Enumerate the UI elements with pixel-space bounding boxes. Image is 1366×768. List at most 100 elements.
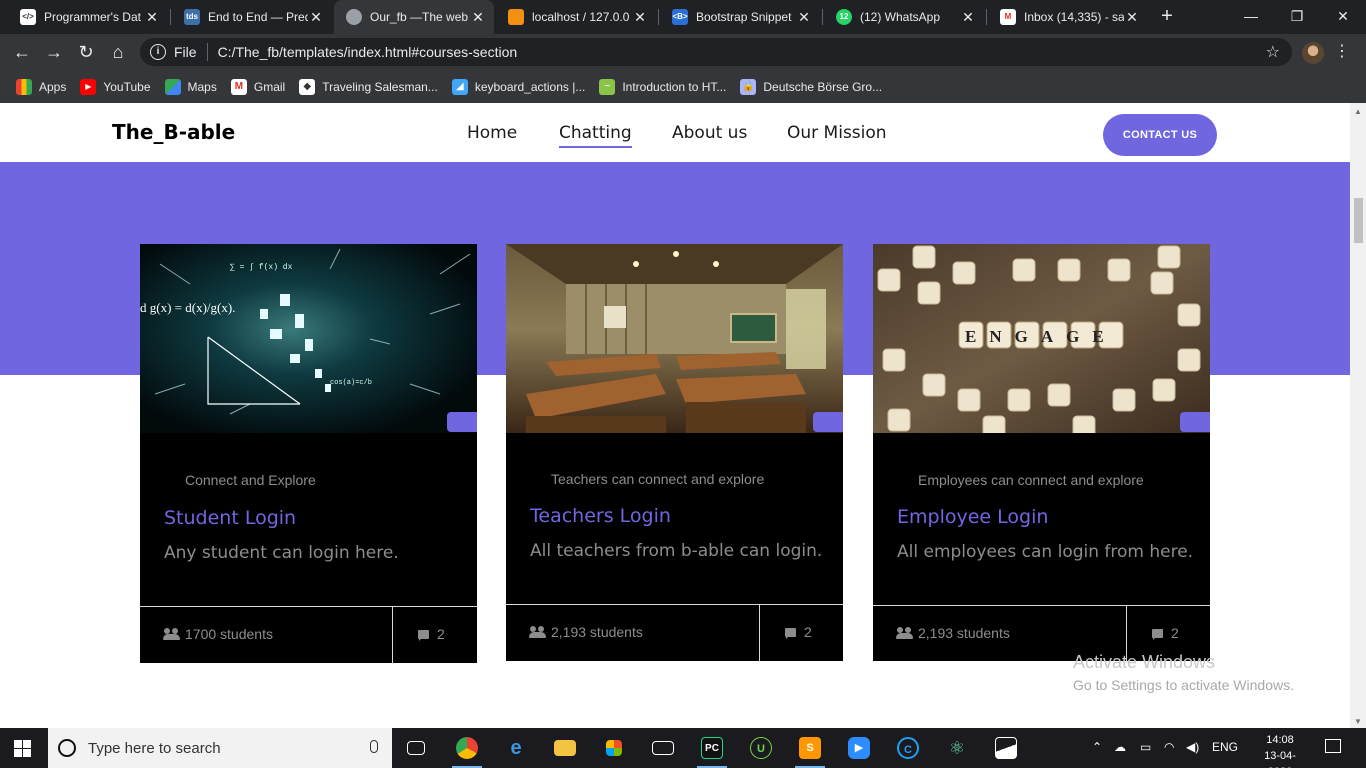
zoom-icon[interactable]: ▶: [844, 734, 874, 762]
menu-dots-icon[interactable]: ⋮: [1334, 42, 1350, 62]
users-icon: [896, 627, 913, 639]
close-icon[interactable]: ✕: [796, 9, 812, 26]
search-placeholder: Type here to search: [88, 739, 221, 757]
course-card-employee[interactable]: ENGAGE Employees can connect and explore…: [873, 244, 1210, 663]
bookmark-maps[interactable]: Maps: [164, 78, 217, 95]
url-text[interactable]: C:/The_fb/templates/index.html#courses-s…: [218, 44, 518, 60]
web-page: The_B-able Home Chatting About us Our Mi…: [0, 103, 1350, 728]
mail-icon[interactable]: [648, 734, 678, 762]
tab-localhost[interactable]: localhost / 127.0.0 ✕: [496, 0, 656, 34]
restore-button[interactable]: ❐: [1274, 0, 1320, 34]
close-icon[interactable]: ✕: [470, 9, 486, 26]
card-title[interactable]: Teachers Login: [530, 505, 671, 527]
bookmark-deutsche-borse[interactable]: 🔒 Deutsche Börse Gro...: [740, 78, 882, 95]
cortana-icon: [58, 739, 76, 757]
close-icon[interactable]: ✕: [960, 9, 976, 26]
site-brand[interactable]: The_B-able: [112, 120, 235, 144]
tab-our-fb[interactable]: Our_fb —The web ✕: [334, 0, 494, 34]
edge-taskbar-icon[interactable]: e: [501, 734, 531, 762]
browser-toolbar: ← → ↻ ⌂ i File C:/The_fb/templates/index…: [0, 34, 1366, 70]
wifi-icon[interactable]: ◠: [1164, 740, 1174, 754]
chevron-up-icon[interactable]: ⌃: [1092, 740, 1102, 754]
phpmyadmin-icon: [508, 9, 524, 25]
maps-icon: [164, 78, 181, 95]
tab-programmers-data[interactable]: </> Programmer's Dat ✕: [8, 0, 168, 34]
page-scrollbar[interactable]: ▲ ▼: [1350, 103, 1366, 728]
students-count: 2,193 students: [529, 624, 643, 640]
tab-title: (12) WhatsApp: [860, 10, 941, 24]
nav-about-us[interactable]: About us: [672, 123, 747, 143]
bookmark-apps[interactable]: Apps: [16, 78, 66, 95]
tds-icon: tds: [184, 9, 200, 25]
onedrive-icon[interactable]: ☁: [1114, 740, 1126, 754]
card-meta-text: Teachers can connect and explore: [551, 471, 765, 487]
course-card-teachers[interactable]: Teachers can connect and explore Teacher…: [506, 244, 843, 662]
store-icon[interactable]: [599, 734, 629, 762]
comments-count[interactable]: 2: [785, 624, 812, 640]
scheme-label: File: [174, 44, 197, 60]
profile-avatar[interactable]: [1302, 42, 1324, 64]
pycharm-icon[interactable]: PC: [697, 734, 727, 768]
bookmark-traveling-salesman[interactable]: ◆ Traveling Salesman...: [299, 78, 438, 95]
scroll-down-icon[interactable]: ▼: [1354, 717, 1362, 726]
microphone-icon[interactable]: [370, 740, 378, 753]
action-center-icon[interactable]: [1325, 739, 1341, 753]
bookmark-keyboard-actions[interactable]: ◢ keyboard_actions |...: [451, 78, 585, 95]
file-explorer-icon[interactable]: [550, 734, 580, 762]
tab-end-to-end[interactable]: tds End to End — Pred ✕: [172, 0, 332, 34]
engage-letter-tiles-image: ENGAGE: [873, 244, 1210, 433]
volume-icon[interactable]: ◀): [1186, 740, 1199, 754]
students-text: 1700 students: [185, 626, 273, 642]
reload-button[interactable]: ↻: [74, 40, 98, 64]
nav-chatting[interactable]: Chatting: [559, 123, 632, 148]
card-meta: Employees can connect and explore: [897, 472, 1144, 488]
address-bar[interactable]: i File C:/The_fb/templates/index.html#co…: [140, 38, 1292, 66]
tab-gmail[interactable]: M Inbox (14,335) - sa ✕: [988, 0, 1148, 34]
upwork-icon[interactable]: U: [746, 734, 776, 762]
gmail-icon: M: [1000, 9, 1016, 25]
bookmark-gmail[interactable]: M Gmail: [230, 78, 285, 95]
language-indicator[interactable]: ENG: [1212, 740, 1238, 754]
course-card-student[interactable]: d g(x) = d(x)/g(x). ∑ = ∫ f(x) dx cos(a)…: [140, 244, 477, 664]
atom-icon[interactable]: ⚛: [942, 734, 972, 762]
windows-start-icon[interactable]: [14, 740, 31, 757]
scroll-up-icon[interactable]: ▲: [1354, 107, 1362, 116]
close-window-button[interactable]: ✕: [1320, 0, 1366, 34]
minimize-button[interactable]: —: [1228, 0, 1274, 34]
bookmark-youtube[interactable]: ▶ YouTube: [80, 78, 151, 95]
new-tab-button[interactable]: +: [1155, 5, 1179, 29]
back-button[interactable]: ←: [10, 40, 34, 64]
card-footer: 2,193 students 2: [506, 604, 843, 662]
chrome-taskbar-icon[interactable]: [452, 734, 482, 768]
activate-windows-subtitle: Go to Settings to activate Windows.: [1073, 677, 1294, 693]
comments-count[interactable]: 2: [1152, 625, 1179, 641]
tab-bootstrap[interactable]: <B> Bootstrap Snippet ✕: [660, 0, 820, 34]
forward-button[interactable]: →: [42, 40, 66, 64]
math-formulas-image: d g(x) = d(x)/g(x). ∑ = ∫ f(x) dx cos(a)…: [140, 244, 477, 433]
battery-icon[interactable]: ▭: [1140, 740, 1151, 754]
nav-our-mission[interactable]: Our Mission: [787, 123, 887, 143]
cortana-app-icon[interactable]: C: [893, 734, 923, 762]
tab-whatsapp[interactable]: 12 (12) WhatsApp ✕: [824, 0, 984, 34]
taskbar-clock[interactable]: 14:08 13-04-2020: [1257, 732, 1303, 768]
bookmark-star-icon[interactable]: ☆: [1266, 42, 1280, 62]
card-title[interactable]: Student Login: [164, 507, 296, 529]
close-icon[interactable]: ✕: [308, 9, 324, 26]
photos-icon[interactable]: [991, 734, 1021, 762]
task-view-icon[interactable]: [401, 734, 431, 762]
contact-us-button[interactable]: CONTACT US: [1103, 114, 1217, 156]
bookmark-intro-html[interactable]: ~ Introduction to HT...: [599, 78, 726, 95]
close-icon[interactable]: ✕: [632, 9, 648, 26]
comments-count[interactable]: 2: [418, 626, 445, 642]
classroom-image: [506, 244, 843, 433]
nav-home[interactable]: Home: [467, 123, 517, 143]
taskbar-search-box[interactable]: Type here to search: [48, 728, 392, 768]
info-icon[interactable]: i: [150, 44, 166, 60]
close-icon[interactable]: ✕: [144, 9, 160, 26]
lock-icon: 🔒: [740, 78, 757, 95]
scrollbar-thumb[interactable]: [1354, 198, 1363, 243]
home-button[interactable]: ⌂: [106, 40, 130, 64]
sublime-text-icon[interactable]: S: [795, 734, 825, 768]
close-icon[interactable]: ✕: [1124, 9, 1140, 26]
card-title[interactable]: Employee Login: [897, 506, 1048, 528]
